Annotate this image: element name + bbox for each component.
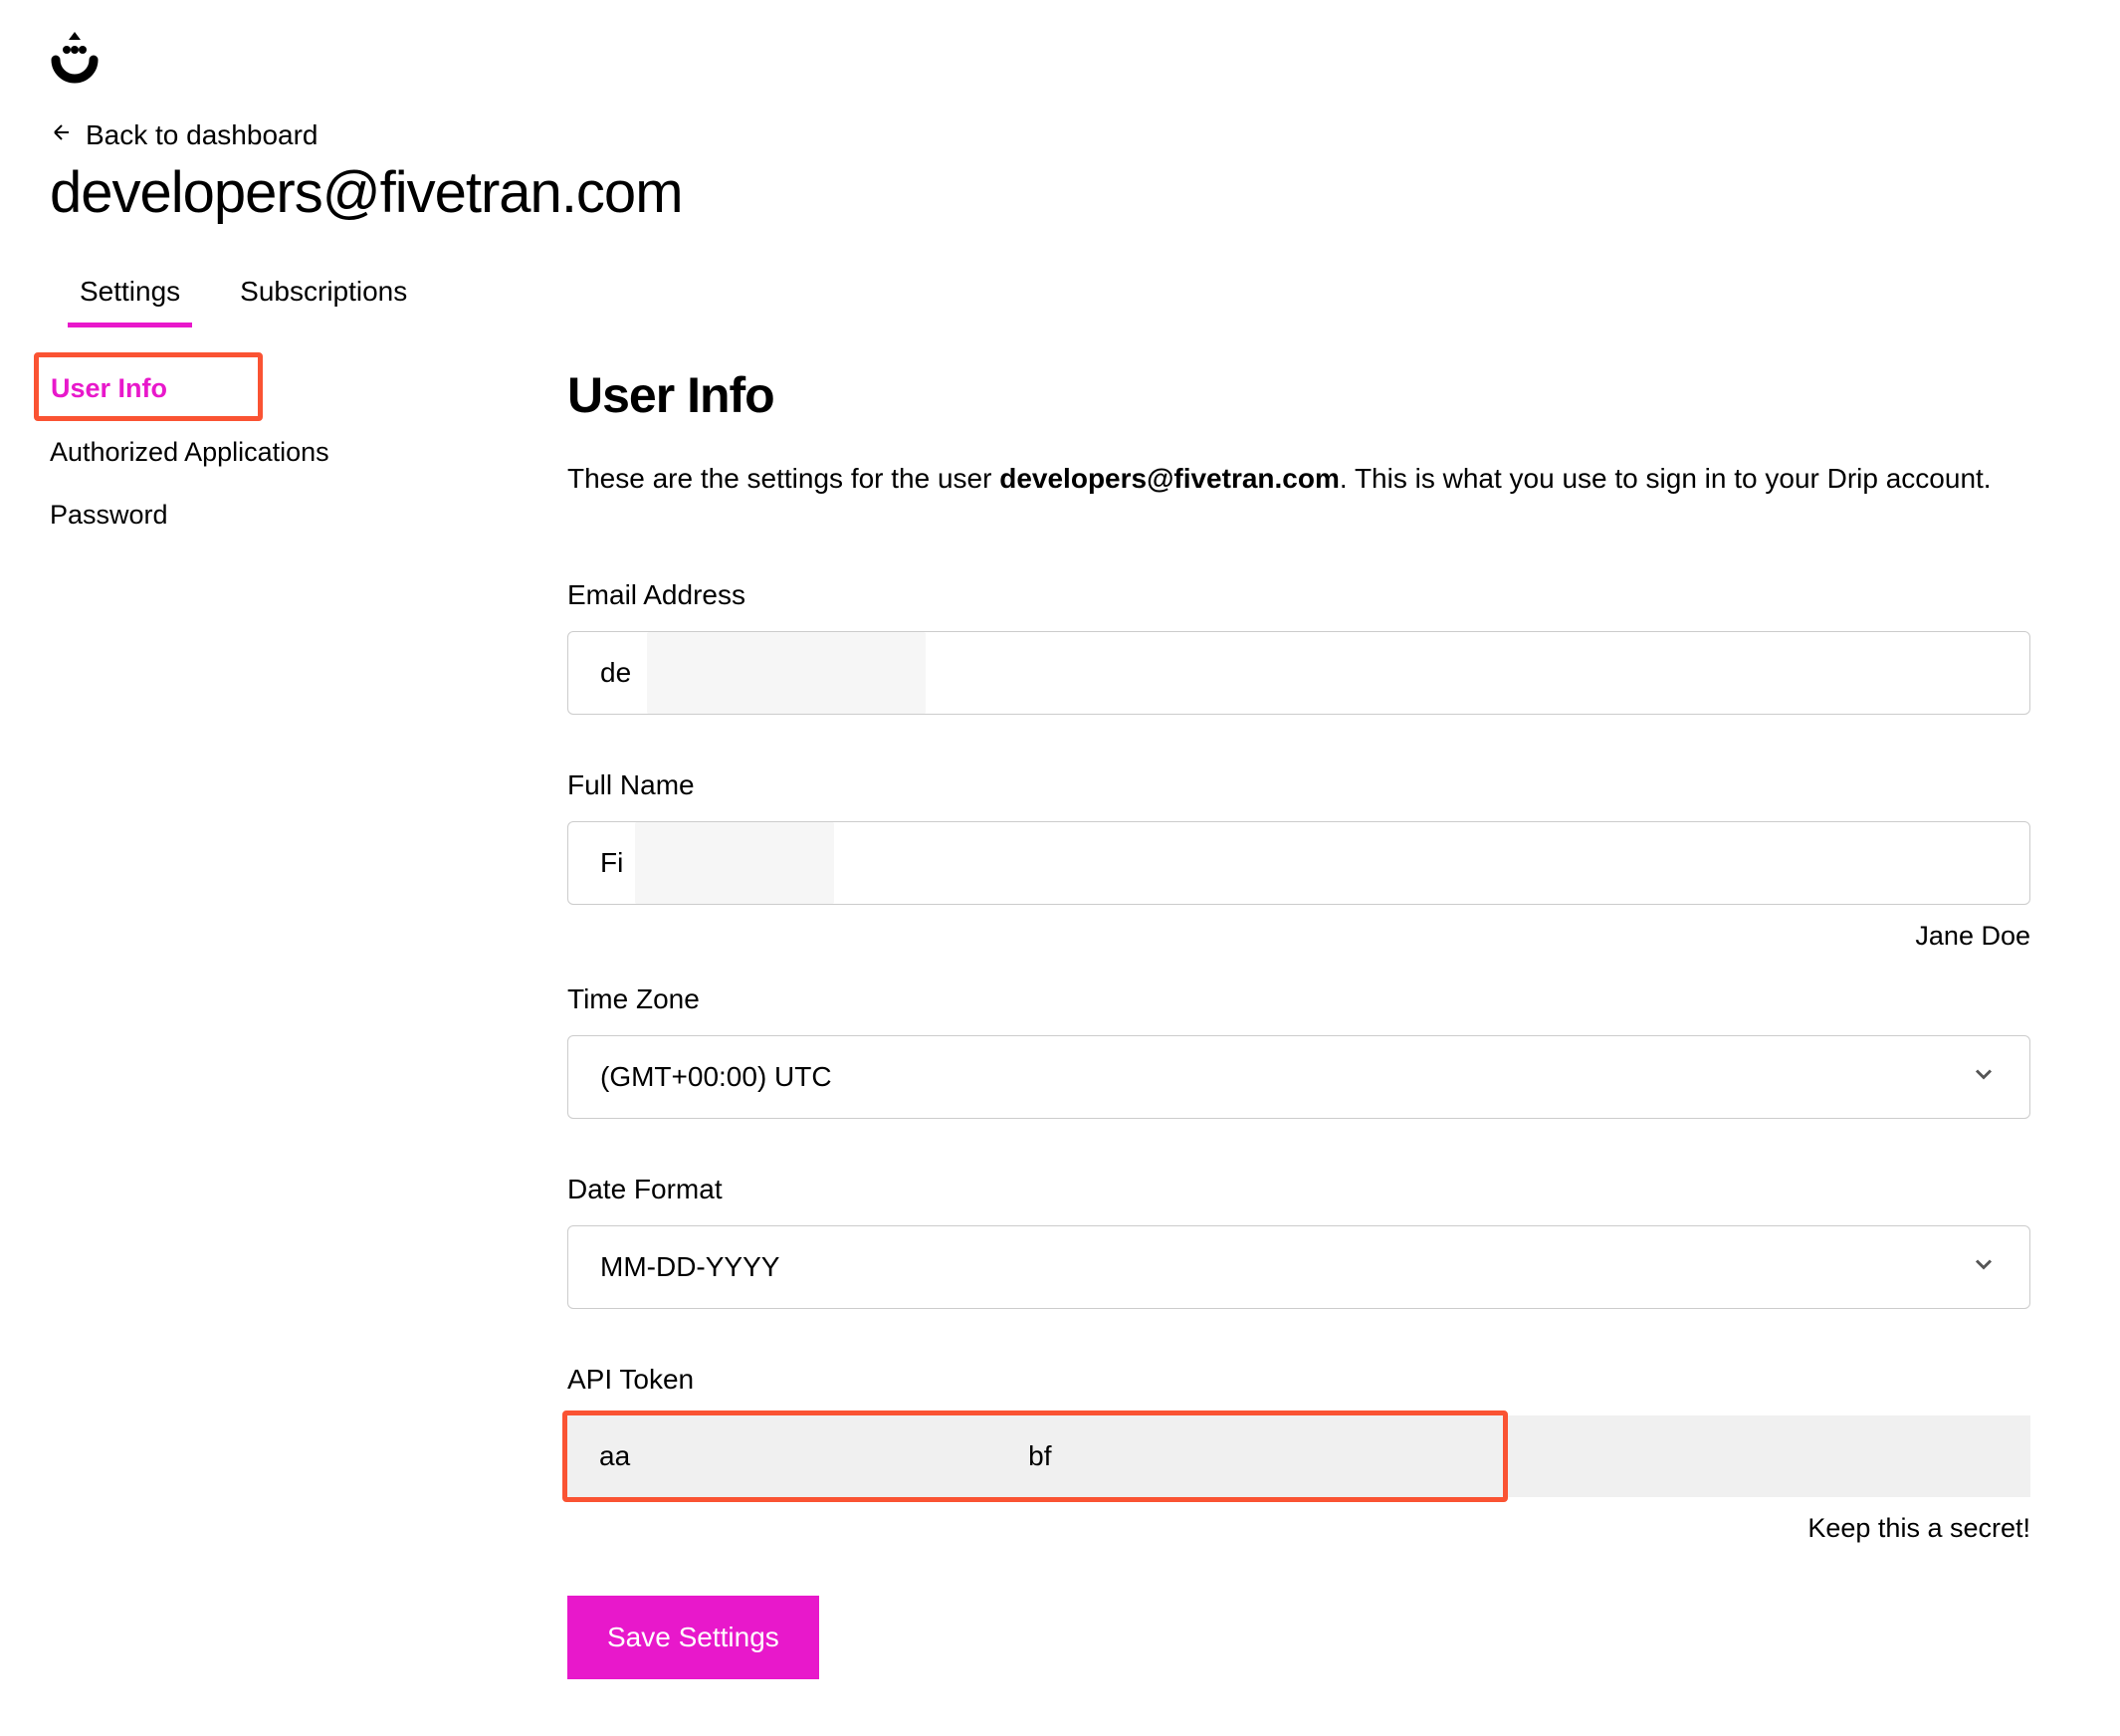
field-group-date-format: Date Format MM-DD-YYYY [567, 1174, 2030, 1309]
date-format-label: Date Format [567, 1174, 2030, 1205]
tab-subscriptions[interactable]: Subscriptions [240, 276, 407, 326]
sidebar-item-password[interactable]: Password [50, 484, 488, 546]
sidebar-item-authorized-applications[interactable]: Authorized Applications [50, 421, 488, 484]
field-group-email: Email Address [567, 579, 2030, 715]
api-token-label: API Token [567, 1364, 2030, 1396]
sidebar-item-label: Authorized Applications [50, 437, 329, 467]
back-link-label: Back to dashboard [86, 119, 318, 151]
back-to-dashboard-link[interactable]: Back to dashboard [50, 119, 2070, 151]
email-input[interactable] [567, 631, 2030, 715]
field-group-full-name: Full Name Jane Doe [567, 769, 2030, 952]
chevron-down-icon [1970, 1060, 1998, 1095]
full-name-input[interactable] [567, 821, 2030, 905]
field-group-api-token: API Token aa bf Keep this a secret! [567, 1364, 2030, 1544]
sidebar-item-user-info[interactable]: User Info [34, 352, 263, 421]
timezone-select[interactable]: (GMT+00:00) UTC [567, 1035, 2030, 1119]
field-group-timezone: Time Zone (GMT+00:00) UTC [567, 983, 2030, 1119]
timezone-value: (GMT+00:00) UTC [600, 1061, 832, 1093]
sidebar-item-label: User Info [51, 373, 167, 403]
section-title: User Info [567, 366, 2030, 424]
full-name-helper: Jane Doe [567, 921, 2030, 952]
main-panel: User Info These are the settings for the… [567, 366, 2030, 1679]
chevron-down-icon [1970, 1250, 1998, 1285]
drip-logo [50, 30, 100, 90]
section-description: These are the settings for the user deve… [567, 458, 2030, 500]
timezone-label: Time Zone [567, 983, 2030, 1015]
email-label: Email Address [567, 579, 2030, 611]
tab-label: Settings [80, 276, 180, 307]
settings-sidebar: User Info Authorized Applications Passwo… [50, 366, 488, 1679]
api-token-field[interactable]: aa bf [567, 1415, 2030, 1497]
full-name-label: Full Name [567, 769, 2030, 801]
sidebar-item-label: Password [50, 500, 168, 530]
arrow-left-icon [50, 119, 74, 151]
save-settings-button[interactable]: Save Settings [567, 1596, 819, 1679]
api-token-part1: aa [599, 1440, 630, 1472]
page-title: developers@fivetran.com [50, 159, 2070, 226]
api-token-part2: bf [1028, 1440, 1051, 1472]
tabs-nav: Settings Subscriptions [50, 276, 2070, 326]
date-format-select[interactable]: MM-DD-YYYY [567, 1225, 2030, 1309]
api-token-helper: Keep this a secret! [567, 1513, 2030, 1544]
tab-settings[interactable]: Settings [80, 276, 180, 326]
tab-label: Subscriptions [240, 276, 407, 307]
date-format-value: MM-DD-YYYY [600, 1251, 779, 1283]
